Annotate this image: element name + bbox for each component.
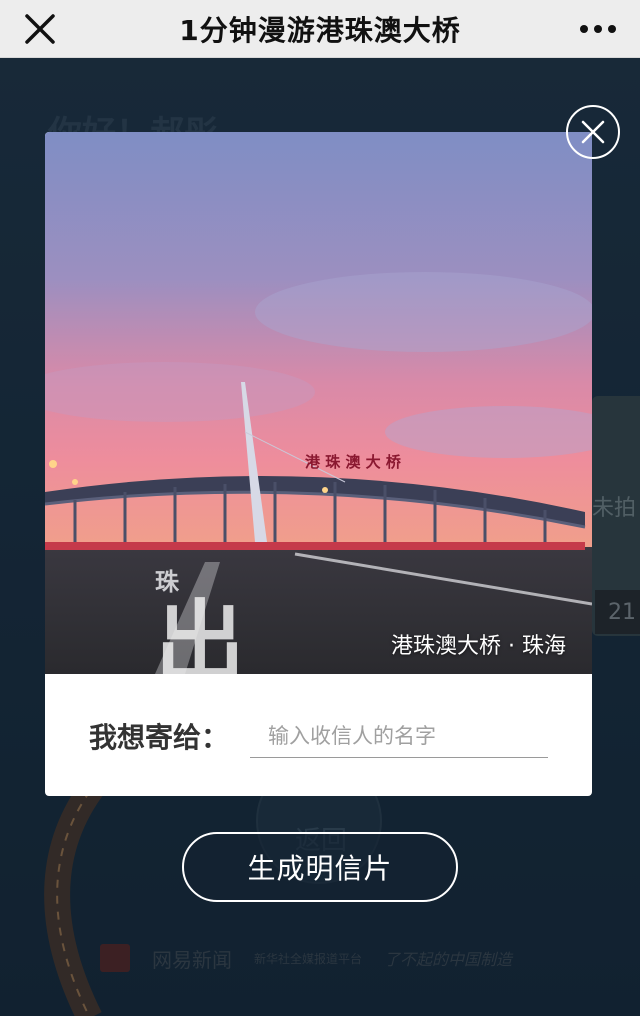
road-text-large: 出 <box>155 591 245 674</box>
more-dots-icon[interactable] <box>578 14 618 44</box>
close-icon[interactable] <box>22 11 58 47</box>
postcard-modal: 港 珠 澳 大 桥 珠 出 港珠澳大桥 · 珠海 我想寄给： <box>45 132 592 796</box>
photo-sign-text: 港 珠 澳 大 桥 <box>305 453 402 471</box>
top-nav-bar: 1分钟漫游港珠澳大桥 <box>0 0 640 58</box>
recipient-label: 我想寄给： <box>89 721 230 754</box>
recipient-name-input[interactable] <box>250 714 548 758</box>
photo-caption: 港珠澳大桥 · 珠海 <box>391 634 566 659</box>
generate-postcard-button[interactable]: 生成明信片 <box>182 832 458 902</box>
recipient-row: 我想寄给： <box>45 674 592 796</box>
modal-close-button[interactable] <box>566 105 620 159</box>
page-title: 1分钟漫游港珠澳大桥 <box>179 13 461 47</box>
bridge-photo: 港 珠 澳 大 桥 珠 出 港珠澳大桥 · 珠海 <box>45 132 592 674</box>
close-circle-icon <box>581 120 605 144</box>
